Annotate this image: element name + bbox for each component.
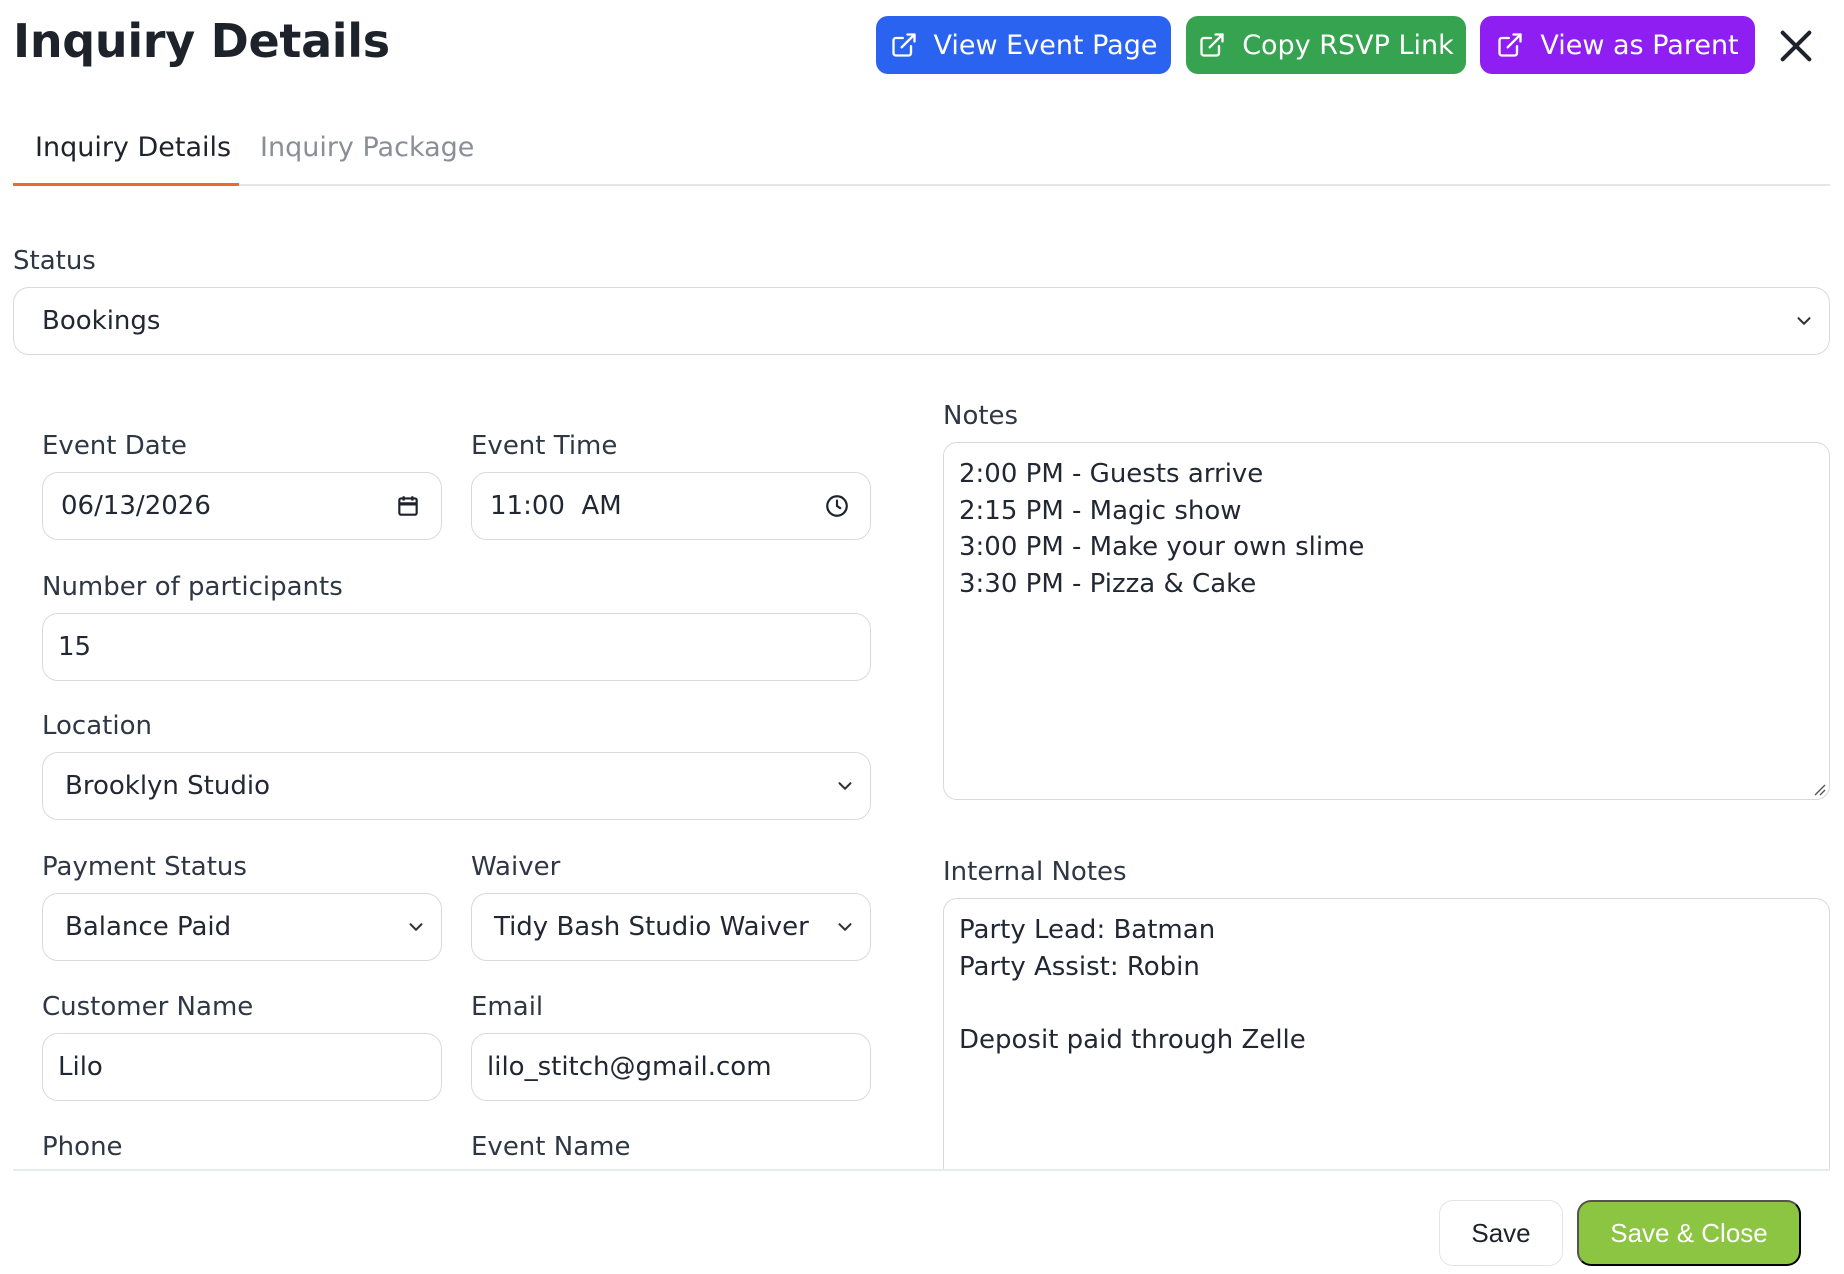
event-date-input[interactable]: 06/13/2026 [42, 472, 442, 540]
event-time-input[interactable]: 11:00 AM [471, 472, 871, 540]
internal-notes-line [959, 985, 1814, 1022]
active-tab-indicator [13, 183, 239, 186]
event-time-label: Event Time [471, 431, 618, 461]
event-date-value: 06/13/2026 [61, 491, 211, 521]
event-name-label: Event Name [471, 1132, 631, 1162]
external-link-icon [1200, 33, 1224, 57]
view-event-page-label: View Event Page [933, 29, 1158, 61]
customer-name-value: Lilo [58, 1052, 103, 1082]
chevron-down-icon [1797, 317, 1811, 325]
internal-notes-line: Party Lead: Batman [959, 915, 1216, 945]
chevron-down-icon [409, 923, 423, 931]
customer-name-input[interactable]: Lilo [42, 1033, 442, 1101]
external-link-icon [1498, 33, 1523, 57]
location-label: Location [42, 711, 152, 741]
event-time-value: 11:00 AM [490, 491, 622, 521]
internal-notes-line: Party Assist: Robin [959, 951, 1200, 982]
notes-line: 3:30 PM - Pizza & Cake [959, 568, 1257, 599]
copy-rsvp-link-label: Copy RSVP Link [1242, 29, 1454, 61]
payment-status-select[interactable]: Balance Paid [42, 893, 442, 961]
status-select[interactable]: Bookings [13, 287, 1830, 355]
email-label: Email [471, 992, 544, 1022]
internal-notes-line: Deposit paid through Zelle [959, 1024, 1306, 1055]
notes-label: Notes [943, 401, 1019, 431]
tab-inquiry-package[interactable]: Inquiry Package [260, 132, 474, 163]
participants-label: Number of participants [42, 572, 343, 602]
notes-line: 2:15 PM - Magic show [959, 495, 1242, 526]
resize-handle-icon[interactable] [1810, 780, 1826, 796]
save-button[interactable]: Save [1439, 1200, 1563, 1266]
event-date-label: Event Date [42, 431, 187, 461]
close-icon[interactable] [1776, 26, 1816, 66]
location-select[interactable]: Brooklyn Studio [42, 752, 871, 820]
calendar-icon[interactable] [395, 493, 421, 519]
view-as-parent-button[interactable]: View as Parent [1480, 16, 1755, 74]
status-label: Status [13, 246, 96, 276]
payment-status-value: Balance Paid [65, 912, 232, 942]
waiver-label: Waiver [471, 852, 561, 882]
clock-icon[interactable] [824, 493, 850, 519]
participants-value: 15 [58, 632, 92, 662]
payment-status-label: Payment Status [42, 852, 247, 882]
internal-notes-textarea[interactable]: Party Lead: Batman Party Assist: Robin D… [943, 898, 1830, 1171]
status-value: Bookings [42, 306, 161, 336]
tab-inquiry-details[interactable]: Inquiry Details [35, 132, 231, 163]
view-event-page-button[interactable]: View Event Page [876, 16, 1171, 74]
internal-notes-label: Internal Notes [943, 857, 1127, 887]
location-value: Brooklyn Studio [65, 771, 270, 801]
notes-textarea[interactable]: 2:00 PM - Guests arrive 2:15 PM - Magic … [943, 442, 1830, 800]
external-link-icon [891, 33, 916, 57]
waiver-select[interactable]: Tidy Bash Studio Waiver [471, 893, 871, 961]
participants-input[interactable]: 15 [42, 613, 871, 681]
chevron-down-icon [838, 923, 852, 931]
chevron-down-icon [838, 782, 852, 790]
save-and-close-button[interactable]: Save & Close [1577, 1200, 1801, 1266]
copy-rsvp-link-button[interactable]: Copy RSVP Link [1186, 16, 1466, 74]
tab-bar: Inquiry Details Inquiry Package [13, 118, 1830, 186]
notes-line: 3:00 PM - Make your own slime [959, 532, 1365, 562]
view-as-parent-label: View as Parent [1540, 29, 1739, 61]
notes-line: 2:00 PM - Guests arrive [959, 459, 1264, 489]
email-value: lilo_stitch@gmail.com [487, 1052, 772, 1082]
footer-divider [13, 1169, 1830, 1171]
email-input[interactable]: lilo_stitch@gmail.com [471, 1033, 871, 1101]
phone-label: Phone [42, 1132, 123, 1162]
waiver-value: Tidy Bash Studio Waiver [494, 912, 809, 942]
page-title: Inquiry Details [13, 14, 390, 68]
customer-name-label: Customer Name [42, 992, 254, 1022]
